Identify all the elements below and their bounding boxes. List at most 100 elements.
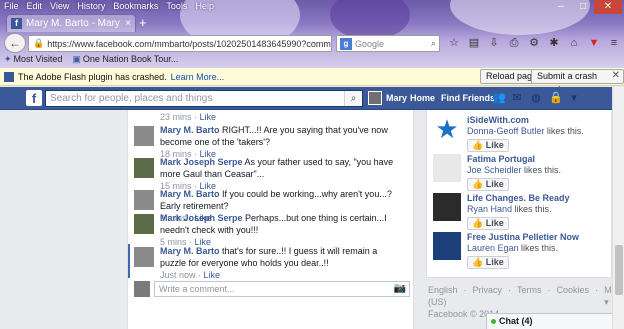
page-suggestion: Fatima Portugal Joe Scheidler likes this… [433, 154, 609, 191]
liker-name[interactable]: Donna-Geoff Butler [467, 126, 544, 136]
comment-author[interactable]: Mary M. Barto [160, 189, 220, 199]
lock-icon: 🔒 [33, 38, 45, 48]
app-menu-icon[interactable]: ≡ [606, 35, 622, 51]
online-status-icon [491, 319, 496, 324]
friend-requests-icon[interactable]: 👥 [492, 91, 506, 104]
bookmark-most-visited[interactable]: ✦ Most Visited [4, 54, 62, 68]
menu-help[interactable]: Help [195, 1, 214, 14]
close-tab-icon[interactable]: × [125, 18, 131, 29]
pocket-icon[interactable]: ▼ [586, 35, 602, 51]
search-icon[interactable]: ⌕ [344, 91, 362, 106]
likes-text: likes this. [518, 243, 559, 253]
menu-history[interactable]: History [77, 1, 105, 14]
home-icon[interactable]: ⌂ [566, 35, 582, 51]
scrollbar-thumb[interactable] [615, 245, 623, 295]
comment-author[interactable]: Mark Joseph Serpe [160, 157, 243, 167]
like-link[interactable]: Like [204, 270, 221, 280]
comment: 23 mins · Like [134, 111, 404, 123]
page-name[interactable]: Life Changes. Be Ready [467, 193, 609, 204]
like-button-label: Like [485, 218, 504, 228]
like-page-button[interactable]: 👍 Like [467, 178, 509, 191]
chat-tab[interactable]: Chat (4) [486, 313, 624, 329]
like-button-label: Like [485, 257, 504, 267]
page-name[interactable]: iSideWith.com [467, 115, 609, 126]
tab-title: Mary M. Barto - Mary M. B... [26, 18, 121, 29]
avatar [368, 91, 382, 105]
footer-language[interactable]: English (US) [428, 284, 458, 308]
comment-input[interactable]: Write a comment... 📷 [154, 281, 410, 297]
like-button-label: Like [485, 140, 504, 150]
account-menu-icon[interactable]: ▾ [568, 91, 580, 104]
facebook-logo-icon[interactable]: f [26, 90, 42, 106]
new-tab-button[interactable]: + [139, 15, 147, 30]
navigation-row: ← 🔒 https://www.facebook.com/mmbarto/pos… [0, 33, 624, 53]
page-likers: Lauren Egan likes this. [467, 243, 609, 254]
like-page-button[interactable]: 👍 Like [467, 139, 509, 152]
footer-cookies[interactable]: Cookies [557, 284, 590, 308]
page-thumbnail[interactable] [433, 232, 461, 260]
bookmarks-menu-icon[interactable]: ▤ [466, 35, 482, 51]
likes-text: likes this. [544, 126, 584, 136]
profile-link[interactable]: Mary [368, 91, 407, 105]
browser-search-bar[interactable]: g Google ⌕ [336, 35, 440, 52]
page-scrollbar[interactable] [612, 87, 624, 329]
bookmark-star-icon[interactable]: ☆ [446, 35, 462, 51]
avatar[interactable] [134, 190, 154, 210]
page-thumbnail[interactable] [433, 154, 461, 182]
close-notification-icon[interactable]: ✕ [612, 70, 620, 81]
comment-time[interactable]: Just now [160, 270, 196, 280]
globe-notifications-icon[interactable]: ◍ [530, 91, 542, 104]
print-icon[interactable]: ⎙ [506, 35, 522, 51]
like-page-button[interactable]: 👍 Like [467, 217, 509, 230]
home-link[interactable]: Home [410, 93, 435, 103]
tab-facebook[interactable]: f Mary M. Barto - Mary M. B... × [6, 14, 136, 32]
like-link[interactable]: Like [200, 112, 217, 122]
footer-terms[interactable]: Terms [517, 284, 542, 308]
star-icon[interactable]: ★ [433, 115, 461, 143]
settings-gear-icon[interactable]: ⚙ [526, 35, 542, 51]
camera-icon[interactable]: 📷 [394, 282, 406, 296]
close-window-button[interactable]: ✕ [594, 0, 622, 14]
menu-tools[interactable]: Tools [166, 1, 187, 14]
page-name[interactable]: Free Justina Pelletier Now [467, 232, 609, 243]
puzzle-icon[interactable]: ✱ [546, 35, 562, 51]
maximize-button[interactable]: □ [572, 0, 594, 14]
bookmark-label: Most Visited [13, 54, 63, 64]
avatar[interactable] [134, 247, 154, 267]
bookmarks-bar: ✦ Most Visited ▣ One Nation Book Tour... [0, 54, 624, 68]
comment-author[interactable]: Mary M. Barto [160, 125, 220, 135]
url-bar[interactable]: 🔒 https://www.facebook.com/mmbarto/posts… [28, 35, 332, 52]
toolbar-icons: ☆ ▤ ⇩ ⎙ ⚙ ✱ ⌂ ▼ ≡ [446, 35, 622, 51]
learn-more-link[interactable]: Learn More... [171, 72, 225, 82]
menu-edit[interactable]: Edit [27, 1, 43, 14]
bookmark-one-nation[interactable]: ▣ One Nation Book Tour... [72, 54, 178, 68]
search-icon[interactable]: ⌕ [431, 38, 436, 49]
minimize-button[interactable]: – [550, 0, 572, 14]
window-controls: – □ ✕ [550, 0, 622, 14]
downloads-icon[interactable]: ⇩ [486, 35, 502, 51]
messages-icon[interactable]: ✉ [511, 91, 523, 104]
menu-view[interactable]: View [50, 1, 69, 14]
chat-label: Chat (4) [499, 316, 533, 326]
avatar[interactable] [134, 158, 154, 178]
footer-privacy[interactable]: Privacy [473, 284, 503, 308]
privacy-shortcuts-icon[interactable]: 🔒 [549, 91, 563, 104]
page-name[interactable]: Fatima Portugal [467, 154, 609, 165]
page-thumbnail[interactable] [433, 193, 461, 221]
liker-name[interactable]: Lauren Egan [467, 243, 519, 253]
likes-text: likes this. [521, 165, 562, 175]
back-button[interactable]: ← [4, 33, 26, 53]
find-friends-link[interactable]: Find Friends [441, 93, 495, 103]
comment-author[interactable]: Mark Joseph Serpe [160, 213, 243, 223]
comment-author[interactable]: Mary M. Barto [160, 246, 220, 256]
avatar[interactable] [134, 214, 154, 234]
submit-crash-report-button[interactable]: Submit a crash report [531, 69, 624, 94]
like-page-button[interactable]: 👍 Like [467, 256, 509, 269]
facebook-search-input[interactable]: Search for people, places and things ⌕ [45, 90, 363, 107]
liker-name[interactable]: Joe Scheidler [467, 165, 522, 175]
menu-bookmarks[interactable]: Bookmarks [113, 1, 158, 14]
comment-time[interactable]: 23 mins [160, 112, 192, 122]
menu-file[interactable]: File [4, 1, 19, 14]
liker-name[interactable]: Ryan Hand [467, 204, 512, 214]
avatar[interactable] [134, 126, 154, 146]
